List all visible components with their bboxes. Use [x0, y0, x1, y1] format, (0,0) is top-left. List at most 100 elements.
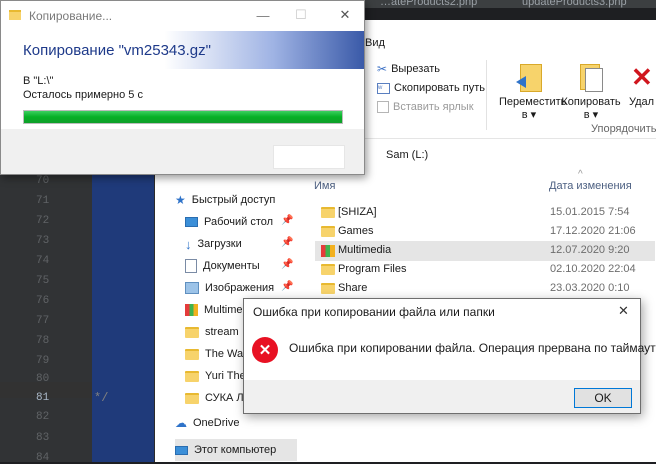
pictures-icon — [185, 282, 199, 294]
file-date: 02.10.2020 22:04 — [550, 263, 636, 275]
nav-label: Этот компьютер — [194, 444, 277, 456]
folder-icon — [321, 207, 335, 218]
desktop-icon — [185, 217, 198, 227]
folder-icon — [9, 10, 21, 20]
copy-progress-dialog: Копирование... — ☐ ✕ Копирование "vm2534… — [0, 0, 365, 175]
close-icon[interactable]: ✕ — [618, 303, 629, 319]
column-header-date[interactable]: Дата изменения — [549, 180, 632, 192]
ribbon-tab-view[interactable]: Вид — [365, 37, 385, 49]
error-dialog-title: Ошибка при копировании файла или папки — [253, 305, 495, 319]
nav-quick-access[interactable]: ★ Быстрый доступ — [175, 190, 275, 210]
paste-shortcut-button[interactable]: Вставить ярлык — [377, 98, 474, 116]
multimedia-folder-icon — [321, 245, 335, 257]
file-row[interactable]: Multimedia 12.07.2020 9:20 — [315, 241, 655, 261]
maximize-icon: ☐ — [295, 7, 307, 22]
file-name: Multimedia — [338, 244, 392, 256]
error-message: Ошибка при копировании файла. Операция п… — [289, 341, 656, 355]
copy-to-icon — [578, 62, 604, 92]
copy-to-sub: в ▾ — [583, 109, 599, 121]
copy-to-button[interactable]: Копировать в ▾ — [561, 62, 621, 122]
copy-to-label: Копировать — [561, 96, 621, 108]
error-dialog-titlebar[interactable]: Ошибка при копировании файла или папки ✕ — [244, 299, 640, 325]
editor-tab[interactable]: updateProducts3.php — [522, 0, 627, 8]
line-number: 77 — [36, 315, 50, 327]
copy-path-label: Скопировать путь — [394, 82, 485, 94]
line-number: 74 — [36, 255, 50, 267]
pin-icon: 📌 — [281, 237, 294, 248]
nav-label: Загрузки — [197, 238, 242, 250]
delete-button[interactable]: ✕ Удал — [629, 62, 656, 109]
delete-label: Удал — [629, 96, 655, 108]
error-dialog: Ошибка при копировании файла или папки ✕… — [243, 298, 656, 414]
nav-item-folder[interactable]: СУКА Л — [185, 388, 244, 408]
file-date: 12.07.2020 9:20 — [550, 244, 630, 256]
folder-icon — [185, 370, 199, 382]
multimedia-folder-icon — [185, 304, 198, 316]
file-name: Share — [338, 282, 368, 294]
pin-icon: 📌 — [281, 281, 294, 292]
nav-item-documents[interactable]: Документы — [185, 256, 260, 276]
folder-icon — [321, 226, 335, 237]
download-icon: ↓ — [185, 236, 192, 252]
nav-item-folder[interactable]: The Wal — [185, 344, 246, 364]
file-row[interactable]: [SHIZA] 15.01.2015 7:54 — [315, 203, 655, 223]
line-number: 75 — [36, 275, 50, 287]
nav-item-pictures[interactable]: Изображения — [185, 278, 274, 298]
file-row[interactable]: Share 23.03.2020 0:10 — [315, 279, 655, 299]
file-row[interactable]: Games 17.12.2020 21:06 — [315, 222, 655, 242]
column-header-name[interactable]: Имя — [314, 180, 335, 192]
nav-item-multimedia[interactable]: Multime — [185, 300, 243, 320]
copy-dialog-title: Копирование... — [29, 9, 113, 23]
nav-label: stream — [205, 326, 239, 338]
nav-this-pc[interactable]: Этот компьютер — [175, 439, 297, 461]
nav-item-desktop[interactable]: Рабочий стол — [185, 212, 273, 232]
copy-heading: Копирование "vm25343.gz" — [23, 42, 211, 59]
nav-label: Рабочий стол — [204, 216, 274, 228]
move-to-button[interactable]: Переместить в ▾ — [499, 62, 567, 122]
nav-onedrive[interactable]: ☁ OneDrive — [175, 413, 239, 433]
file-date: 17.12.2020 21:06 — [550, 225, 636, 237]
line-number: 72 — [36, 215, 50, 227]
pin-icon: 📌 — [281, 215, 294, 226]
star-icon: ★ — [175, 193, 186, 207]
file-date: 23.03.2020 0:10 — [550, 282, 630, 294]
editor-tab-bar: …ateProducts2.php updateProducts3.php — [360, 0, 656, 8]
cut-label: Вырезать — [391, 63, 440, 75]
cut-button[interactable]: ✂ Вырезать — [377, 60, 440, 78]
copy-dialog-titlebar[interactable]: Копирование... — ☐ ✕ — [1, 1, 364, 31]
nav-item-folder[interactable]: Yuri The — [185, 366, 246, 386]
copy-dialog-header: Копирование "vm25343.gz" — [1, 31, 364, 69]
file-row[interactable]: Program Files 02.10.2020 22:04 — [315, 260, 655, 280]
nav-item-folder[interactable]: stream — [185, 322, 239, 342]
scissors-icon: ✂ — [377, 62, 388, 76]
code-comment-end: */ — [94, 391, 109, 405]
ribbon-divider — [486, 60, 487, 130]
close-icon[interactable]: ✕ — [335, 5, 355, 25]
folder-icon — [185, 326, 199, 338]
breadcrumb[interactable]: Sam (L:) — [386, 149, 428, 161]
cloud-icon: ☁ — [175, 416, 187, 430]
line-number: 79 — [36, 355, 50, 367]
line-number: 83 — [36, 432, 50, 444]
details-button[interactable] — [273, 145, 345, 169]
paste-shortcut-label: Вставить ярлык — [393, 101, 474, 113]
file-name: Games — [338, 225, 374, 237]
copy-path-icon: w — [377, 82, 390, 94]
folder-icon — [185, 392, 199, 404]
error-icon: ✕ — [252, 337, 278, 363]
move-to-label: Переместить — [499, 96, 567, 108]
move-to-sub: в ▾ — [521, 109, 537, 121]
copy-path-button[interactable]: w Скопировать путь — [377, 79, 485, 97]
minimize-icon[interactable]: — — [253, 5, 273, 25]
computer-icon — [175, 445, 188, 455]
ok-button[interactable]: OK — [574, 388, 632, 408]
move-to-icon — [516, 62, 542, 92]
shortcut-icon — [377, 101, 389, 113]
nav-item-downloads[interactable]: ↓ Загрузки — [185, 234, 242, 254]
nav-label: Быстрый доступ — [191, 194, 276, 206]
documents-icon — [185, 259, 197, 273]
ribbon-group-label: Упорядочить — [591, 123, 656, 135]
editor-tab[interactable]: …ateProducts2.php — [380, 0, 477, 8]
nav-label: Yuri The — [205, 370, 246, 382]
nav-label: Изображения — [205, 282, 275, 294]
